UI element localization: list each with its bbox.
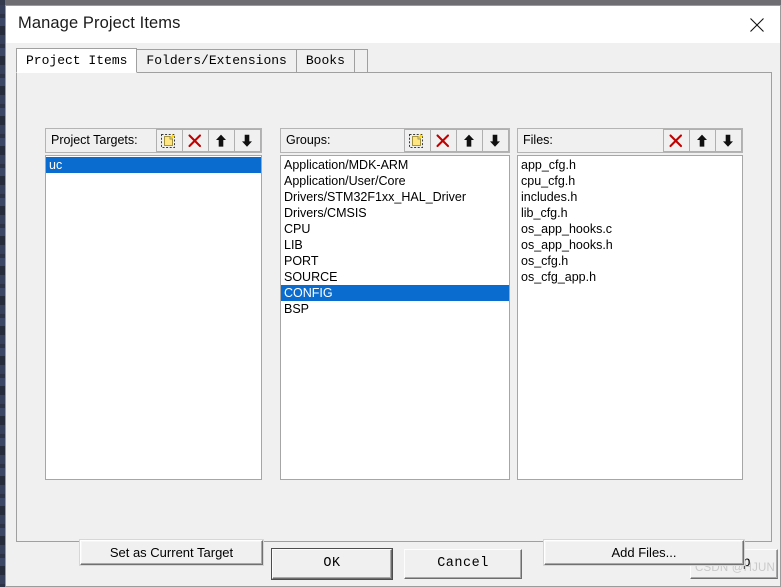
files-header: Files: [517,128,743,153]
list-item[interactable]: os_app_hooks.h [518,237,742,253]
tab-project-items[interactable]: Project Items [16,48,138,73]
move-down-icon[interactable] [234,129,261,152]
close-icon[interactable] [734,6,780,43]
manage-project-items-dialog: Manage Project Items Project Items Folde… [5,5,781,587]
new-item-icon[interactable] [404,129,431,152]
list-item[interactable]: app_cfg.h [518,157,742,173]
delete-icon[interactable] [430,129,457,152]
move-up-icon[interactable] [208,129,235,152]
list-item[interactable]: CPU [281,221,509,237]
project-targets-list[interactable]: uc [45,155,262,480]
list-item[interactable]: BSP [281,301,509,317]
project-targets-pane: Project Targets: uc [45,128,262,480]
tab-folders-extensions[interactable]: Folders/Extensions [136,49,297,72]
set-as-current-target-button[interactable]: Set as Current Target [79,539,264,566]
files-pane: Files: app_cfg.h cpu_cfg.h includes.h li… [517,128,743,480]
cancel-button[interactable]: Cancel [404,549,522,579]
list-item[interactable]: LIB [281,237,509,253]
move-down-icon[interactable] [715,129,742,152]
groups-label: Groups: [286,133,331,147]
project-targets-label: Project Targets: [51,133,138,147]
move-up-icon[interactable] [456,129,483,152]
delete-icon[interactable] [182,129,209,152]
list-item[interactable]: os_cfg_app.h [518,269,742,285]
list-item[interactable]: CONFIG [281,285,509,301]
move-up-icon[interactable] [689,129,716,152]
files-list[interactable]: app_cfg.h cpu_cfg.h includes.h lib_cfg.h… [517,155,743,480]
dialog-title: Manage Project Items [18,14,181,32]
groups-toolbar [404,129,509,152]
list-item[interactable]: Application/MDK-ARM [281,157,509,173]
list-item[interactable]: os_cfg.h [518,253,742,269]
list-item[interactable]: uc [46,157,261,173]
list-item[interactable]: SOURCE [281,269,509,285]
move-down-icon[interactable] [482,129,509,152]
list-item[interactable]: lib_cfg.h [518,205,742,221]
list-item[interactable]: Application/User/Core [281,173,509,189]
list-item[interactable]: PORT [281,253,509,269]
files-toolbar [663,129,742,152]
groups-list[interactable]: Application/MDK-ARM Application/User/Cor… [280,155,510,480]
project-targets-toolbar [156,129,261,152]
dialog-tabs: Project Items Folders/Extensions Books [16,48,368,73]
list-item[interactable]: includes.h [518,189,742,205]
groups-header: Groups: [280,128,510,153]
dialog-titlebar: Manage Project Items [6,6,780,43]
project-targets-header: Project Targets: [45,128,262,153]
list-item[interactable]: cpu_cfg.h [518,173,742,189]
list-item[interactable]: Drivers/CMSIS [281,205,509,221]
tab-books[interactable]: Books [295,49,355,72]
list-item[interactable]: os_app_hooks.c [518,221,742,237]
new-item-icon[interactable] [156,129,183,152]
files-label: Files: [523,133,553,147]
add-files-button[interactable]: Add Files... [543,539,745,566]
project-items-tab-panel: Project Targets: uc Groups: Application/… [16,72,772,566]
list-item[interactable]: Drivers/STM32F1xx_HAL_Driver [281,189,509,205]
ok-button[interactable]: OK [271,548,393,580]
tab-strip-filler [353,49,368,72]
delete-icon[interactable] [663,129,690,152]
groups-pane: Groups: Application/MDK-ARM Application/… [280,128,510,480]
